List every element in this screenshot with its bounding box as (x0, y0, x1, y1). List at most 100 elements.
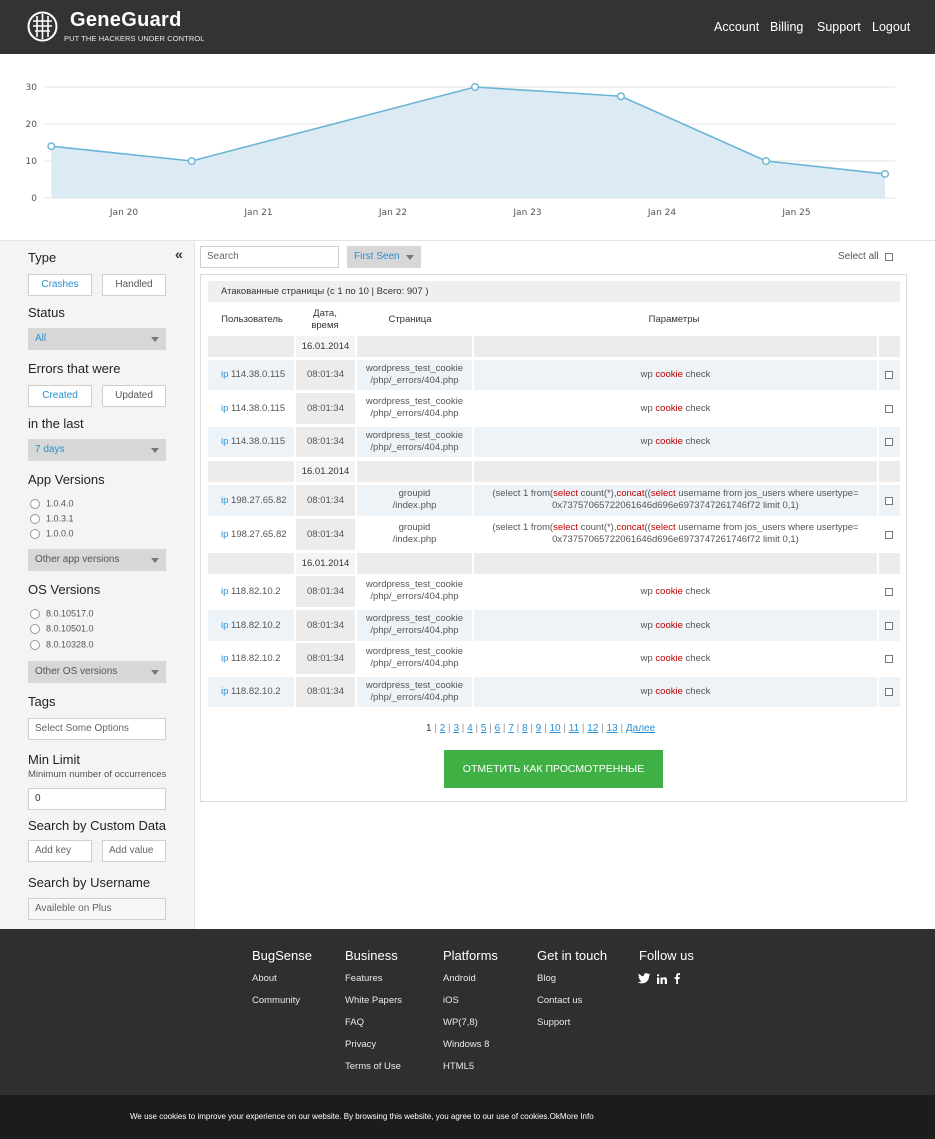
table-row-page[interactable]: wordpress_test_cookie/php/_errors/404.ph… (357, 680, 472, 704)
chart-point[interactable] (617, 92, 626, 101)
linkedin-icon[interactable] (657, 974, 667, 984)
table-row-ip[interactable]: ip 118.82.10.2 (221, 586, 281, 597)
page-link[interactable]: 12 (587, 723, 598, 734)
row-checkbox[interactable] (885, 688, 893, 696)
row-checkbox[interactable] (885, 404, 893, 413)
mark-viewed-button[interactable]: ОТМЕТИТЬ КАК ПРОСМОТРЕННЫЕ (444, 750, 663, 788)
nav-logout[interactable]: Logout (872, 20, 910, 34)
row-checkbox[interactable] (885, 621, 893, 630)
footer-link[interactable]: White Papers (345, 995, 402, 1006)
os-version-radio[interactable]: 8.0.10328.0 (30, 639, 94, 650)
chevron-down-icon (151, 558, 159, 563)
chart-area (51, 87, 886, 198)
type-crashes-button[interactable]: Crashes (28, 274, 92, 296)
tags-input[interactable]: Select Some Options (28, 718, 166, 740)
footer-link[interactable]: Terms of Use (345, 1061, 401, 1072)
other-os-versions-select[interactable]: Other OS versions (28, 661, 166, 683)
custom-value-input[interactable]: Add value (102, 840, 166, 862)
row-checkbox[interactable] (885, 587, 893, 596)
param-token: cookie (655, 619, 683, 631)
footer-link[interactable]: Features (345, 973, 383, 984)
table-row-ip[interactable]: ip 114.38.0.115 (221, 436, 285, 447)
footer-link[interactable]: Android (443, 973, 476, 984)
footer-link[interactable]: Support (537, 1017, 570, 1028)
os-version-radio[interactable]: 8.0.10501.0 (30, 623, 94, 634)
table-row-ip[interactable]: ip 198.27.65.82 (221, 495, 287, 506)
table-row-page[interactable]: groupid/index.php (357, 488, 472, 512)
next-page-link[interactable]: Далее (626, 723, 655, 734)
sort-select[interactable]: First Seen (347, 246, 421, 268)
table-row-time: 08:01:34 (307, 436, 344, 447)
cookie-bar: We use cookies to improve your experienc… (0, 1095, 935, 1139)
table-row-ip[interactable]: ip 118.82.10.2 (221, 620, 281, 631)
page-link[interactable]: 10 (549, 723, 560, 734)
footer-heading: Platforms (443, 948, 498, 963)
row-checkbox[interactable] (885, 371, 893, 379)
chart-point[interactable] (881, 169, 890, 178)
table-row-ip[interactable]: ip 114.38.0.115 (221, 403, 285, 414)
row-checkbox[interactable] (885, 654, 893, 663)
table-row-ip[interactable]: ip 118.82.10.2 (221, 686, 281, 697)
table-row-ip[interactable]: ip 118.82.10.2 (221, 653, 281, 664)
radio-icon (30, 498, 40, 509)
chart-point[interactable] (187, 156, 196, 165)
table-row-page[interactable]: groupid/index.php (357, 522, 472, 546)
date-row-cell (879, 553, 900, 574)
table-row-page[interactable]: wordpress_test_cookie/php/_errors/404.ph… (357, 430, 472, 454)
footer-link[interactable]: Windows 8 (443, 1039, 489, 1050)
date-row-cell (208, 553, 294, 574)
period-select[interactable]: 7 days (28, 439, 166, 461)
status-select[interactable]: All (28, 328, 166, 350)
footer-link[interactable]: About (252, 973, 277, 984)
table-row-page[interactable]: wordpress_test_cookie/php/_errors/404.ph… (357, 579, 472, 603)
chart-point[interactable] (471, 83, 480, 92)
table-row-time: 08:01:34 (307, 528, 344, 540)
page-link[interactable]: 11 (569, 723, 579, 734)
chart-point[interactable] (47, 142, 56, 151)
footer-link[interactable]: Blog (537, 973, 556, 984)
page-line: /php/_errors/404.php (370, 375, 459, 386)
type-handled-button[interactable]: Handled (102, 274, 166, 296)
page-link[interactable]: 13 (607, 723, 618, 734)
app-version-radio[interactable]: 1.0.3.1 (30, 513, 74, 524)
username-input[interactable]: Availeble on Plus (28, 898, 166, 920)
min-limit-subtitle: Minimum number of occurrences (28, 769, 167, 780)
row-checkbox[interactable] (885, 438, 893, 446)
param-token: username from jos_users where usertype= (675, 522, 859, 533)
table-row-ip[interactable]: ip 114.38.0.115 (221, 369, 285, 380)
row-checkbox[interactable] (885, 530, 893, 539)
custom-key-input[interactable]: Add key (28, 840, 92, 862)
footer-link[interactable]: Contact us (537, 995, 582, 1006)
table-row-page[interactable]: wordpress_test_cookie/php/_errors/404.ph… (357, 646, 472, 670)
footer-link[interactable]: HTML5 (443, 1061, 474, 1072)
errors-updated-button[interactable]: Updated (102, 385, 166, 407)
errors-created-button[interactable]: Created (28, 385, 92, 407)
row-checkbox[interactable] (885, 496, 893, 505)
footer-link[interactable]: Community (252, 995, 300, 1006)
chart-point[interactable] (762, 156, 771, 165)
table-row-ip[interactable]: ip 198.27.65.82 (221, 529, 287, 540)
page-line: wordpress_test_cookie (365, 363, 464, 374)
table-row-page[interactable]: wordpress_test_cookie/php/_errors/404.ph… (357, 396, 472, 420)
other-app-versions-select[interactable]: Other app versions (28, 549, 166, 571)
facebook-icon[interactable] (674, 973, 680, 984)
nav-billing[interactable]: Billing (770, 20, 803, 34)
footer-link[interactable]: iOS (443, 995, 459, 1006)
footer-link[interactable]: WP(7,8) (443, 1017, 478, 1028)
nav-support[interactable]: Support (817, 20, 861, 34)
search-input[interactable]: Search (200, 246, 339, 268)
twitter-icon[interactable] (638, 973, 650, 984)
footer-link[interactable]: Privacy (345, 1039, 376, 1050)
footer-link[interactable]: FAQ (345, 1017, 364, 1028)
table-row-page[interactable]: wordpress_test_cookie/php/_errors/404.ph… (357, 613, 472, 637)
page-line: /php/_errors/404.php (370, 442, 459, 453)
param-token: check (682, 619, 711, 631)
app-version-radio[interactable]: 1.0.0.0 (30, 528, 74, 539)
nav-account[interactable]: Account (714, 20, 759, 34)
min-limit-input[interactable]: 0 (28, 788, 166, 810)
app-version-radio[interactable]: 1.0.4.0 (30, 498, 74, 509)
collapse-sidebar-icon[interactable]: « (175, 246, 183, 262)
os-version-radio[interactable]: 8.0.10517.0 (30, 608, 94, 619)
table-row-page[interactable]: wordpress_test_cookie/php/_errors/404.ph… (357, 363, 472, 387)
select-all-checkbox[interactable] (885, 253, 893, 261)
